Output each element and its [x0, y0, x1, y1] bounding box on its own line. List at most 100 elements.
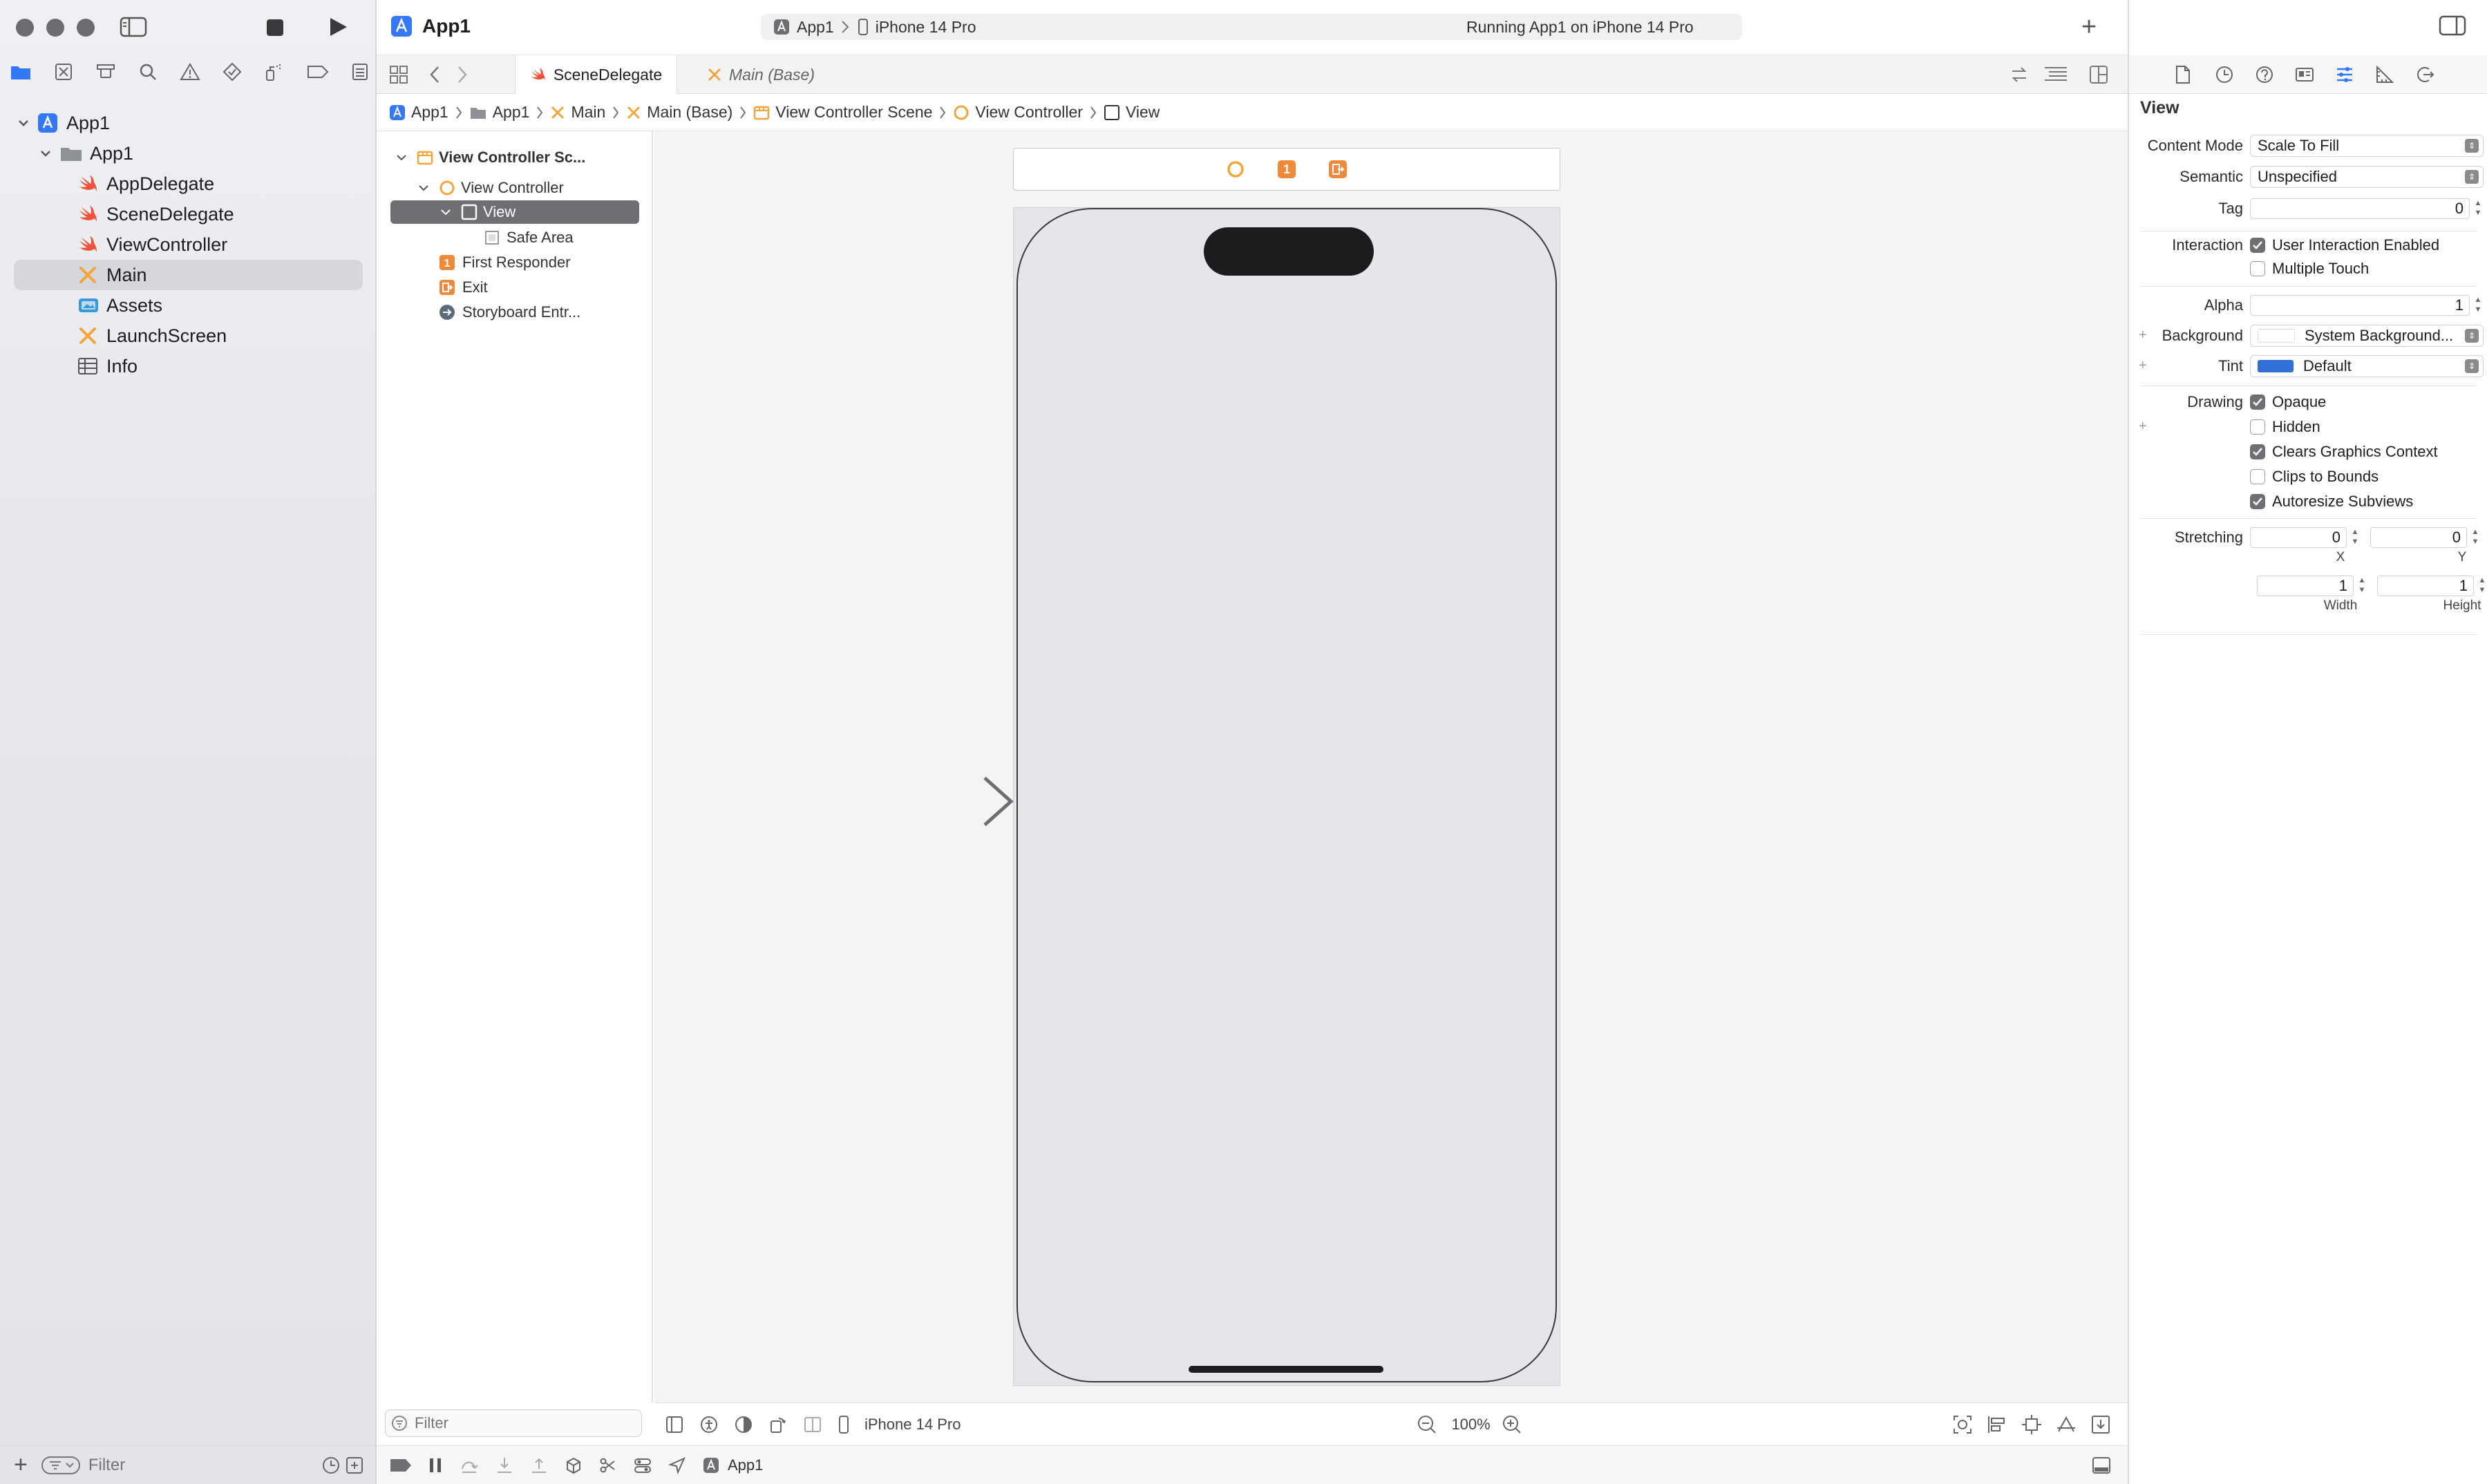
stretch-x-stepper[interactable]: ▲ ▼: [2349, 527, 2361, 548]
tree-item-project[interactable]: App1: [14, 108, 363, 138]
stretch-width-field[interactable]: 1: [2257, 575, 2354, 596]
window-minimize-button[interactable]: [46, 19, 64, 37]
outline-filter-input[interactable]: [413, 1414, 623, 1433]
zoom-level[interactable]: 100%: [1451, 1416, 1490, 1434]
folder-icon[interactable]: [10, 62, 32, 82]
tree-item-group[interactable]: App1: [14, 138, 363, 169]
add-library-icon[interactable]: +: [2081, 14, 2097, 40]
step-out-icon[interactable]: [530, 1456, 548, 1474]
stretch-y-stepper[interactable]: ▲ ▼: [2470, 527, 2481, 548]
split-editor-icon[interactable]: [2089, 65, 2108, 84]
issue-warning-icon[interactable]: [180, 62, 200, 82]
report-icon[interactable]: [351, 62, 369, 82]
clears-context-checkbox[interactable]: [2250, 444, 2265, 459]
file-inspector-icon[interactable]: [2175, 65, 2191, 84]
exit-icon[interactable]: [1328, 160, 1347, 179]
zoom-out-icon[interactable]: [1417, 1414, 1437, 1435]
device-config-label[interactable]: iPhone 14 Pro: [864, 1416, 961, 1434]
tint-color-popup[interactable]: Default ⇕: [2250, 355, 2484, 377]
help-inspector-icon[interactable]: [2255, 65, 2274, 84]
tag-stepper[interactable]: ▲ ▼: [2472, 198, 2484, 219]
swap-arrows-icon[interactable]: [2010, 65, 2029, 84]
disclosure-chevron-down-icon[interactable]: [15, 117, 32, 129]
breakpoint-icon[interactable]: [307, 64, 329, 80]
attributes-inspector-sliders-icon[interactable]: [2335, 65, 2354, 84]
tag-field[interactable]: 0: [2250, 198, 2470, 219]
zoom-in-icon[interactable]: [1502, 1414, 1522, 1435]
add-variation-icon[interactable]: +: [2139, 419, 2147, 435]
jumpbar-item[interactable]: View Controller Scene: [775, 103, 932, 122]
background-color-popup[interactable]: System Background... ⇕: [2250, 325, 2484, 347]
disclosure-chevron-down-icon[interactable]: [395, 152, 408, 163]
jumpbar-item[interactable]: View Controller: [975, 103, 1083, 122]
debug-spray-icon[interactable]: [264, 62, 285, 82]
jumpbar-item[interactable]: View: [1126, 103, 1160, 122]
device-layout-icon[interactable]: [804, 1416, 822, 1434]
scheme-selector[interactable]: App1 iPhone 14 Pro: [768, 14, 982, 40]
outline-filter-field[interactable]: [385, 1409, 642, 1437]
tree-item-viewcontroller[interactable]: ViewController: [14, 229, 363, 260]
stack-embed-icon[interactable]: [1987, 1414, 2007, 1435]
view-controller-canvas[interactable]: [1013, 207, 1560, 1386]
debug-target-label[interactable]: App1: [728, 1456, 763, 1474]
pause-icon[interactable]: [428, 1456, 443, 1474]
connections-inspector-icon[interactable]: [2415, 65, 2434, 84]
related-items-grid-icon[interactable]: [389, 65, 408, 84]
storyboard-canvas[interactable]: 1: [654, 131, 2128, 1402]
tree-item-assets[interactable]: Assets: [14, 290, 363, 321]
align-icon[interactable]: [2021, 1414, 2042, 1435]
filter-menu-icon[interactable]: [41, 1456, 80, 1474]
resolve-issues-icon[interactable]: [2090, 1414, 2111, 1435]
content-mode-popup[interactable]: Scale To Fill ⇕: [2250, 135, 2484, 157]
accessibility-icon[interactable]: [700, 1416, 718, 1434]
iphone-device-icon[interactable]: [838, 1415, 849, 1434]
tree-item-launchscreen[interactable]: LaunchScreen: [14, 321, 363, 351]
tree-item-scenedelegate[interactable]: SceneDelegate: [14, 199, 363, 229]
alpha-field[interactable]: 1: [2250, 295, 2470, 316]
tree-item-info[interactable]: Info: [14, 351, 363, 381]
stretch-width-stepper[interactable]: ▲ ▼: [2356, 575, 2367, 596]
add-icon[interactable]: +: [14, 1452, 28, 1478]
stretch-height-stepper[interactable]: ▲ ▼: [2477, 575, 2487, 596]
jumpbar-item[interactable]: Main (Base): [647, 103, 732, 122]
window-zoom-button[interactable]: [77, 19, 95, 37]
size-inspector-ruler-icon[interactable]: [2375, 65, 2394, 84]
autoresize-checkbox[interactable]: [2250, 494, 2265, 509]
hide-debug-area-icon[interactable]: [2092, 1456, 2111, 1474]
search-icon[interactable]: [138, 62, 158, 82]
disclosure-chevron-down-icon[interactable]: [417, 182, 431, 193]
recent-files-clock-icon[interactable]: [321, 1456, 341, 1475]
tab-scenedelegate[interactable]: SceneDelegate: [515, 55, 677, 94]
outline-item-storyboard-entry[interactable]: Storyboard Entr...: [439, 301, 580, 323]
simulate-location-icon[interactable]: [668, 1456, 686, 1474]
tab-main-base[interactable]: Main (Base): [678, 55, 844, 94]
debug-view-hierarchy-icon[interactable]: [565, 1456, 583, 1474]
storyboard-entry-arrow-icon[interactable]: [874, 774, 1014, 829]
step-over-icon[interactable]: [460, 1456, 479, 1474]
back-chevron-icon[interactable]: [429, 65, 440, 84]
stretch-y-field[interactable]: 0: [2370, 527, 2467, 548]
jumpbar-item[interactable]: App1: [493, 103, 530, 122]
symbol-navigator-icon[interactable]: [95, 62, 116, 82]
navigator-filter-input[interactable]: [86, 1454, 297, 1476]
test-diamond-icon[interactable]: [223, 62, 242, 82]
tree-item-appdelegate[interactable]: AppDelegate: [14, 169, 363, 199]
update-frames-icon[interactable]: [1952, 1414, 1973, 1435]
inspector-toggle-icon[interactable]: [2439, 15, 2466, 36]
add-constraints-icon[interactable]: [2056, 1414, 2077, 1435]
outline-item-exit[interactable]: Exit: [439, 276, 488, 298]
add-variation-icon[interactable]: +: [2139, 358, 2147, 374]
debug-memory-graph-icon[interactable]: [599, 1456, 617, 1474]
outline-item-safe-area[interactable]: Safe Area: [484, 227, 574, 249]
hidden-checkbox[interactable]: [2250, 419, 2265, 435]
jumpbar-item[interactable]: App1: [411, 103, 448, 122]
breakpoints-toggle-icon[interactable]: [389, 1458, 413, 1473]
hide-outline-icon[interactable]: [665, 1416, 683, 1434]
outline-item-view-controller[interactable]: View Controller: [417, 177, 564, 199]
orientation-icon[interactable]: [769, 1416, 787, 1434]
disclosure-chevron-down-icon[interactable]: [439, 207, 453, 218]
stop-icon[interactable]: [265, 18, 285, 37]
multiple-touch-checkbox[interactable]: [2250, 261, 2265, 276]
step-into-icon[interactable]: [495, 1456, 513, 1474]
user-interaction-checkbox[interactable]: [2250, 238, 2265, 253]
